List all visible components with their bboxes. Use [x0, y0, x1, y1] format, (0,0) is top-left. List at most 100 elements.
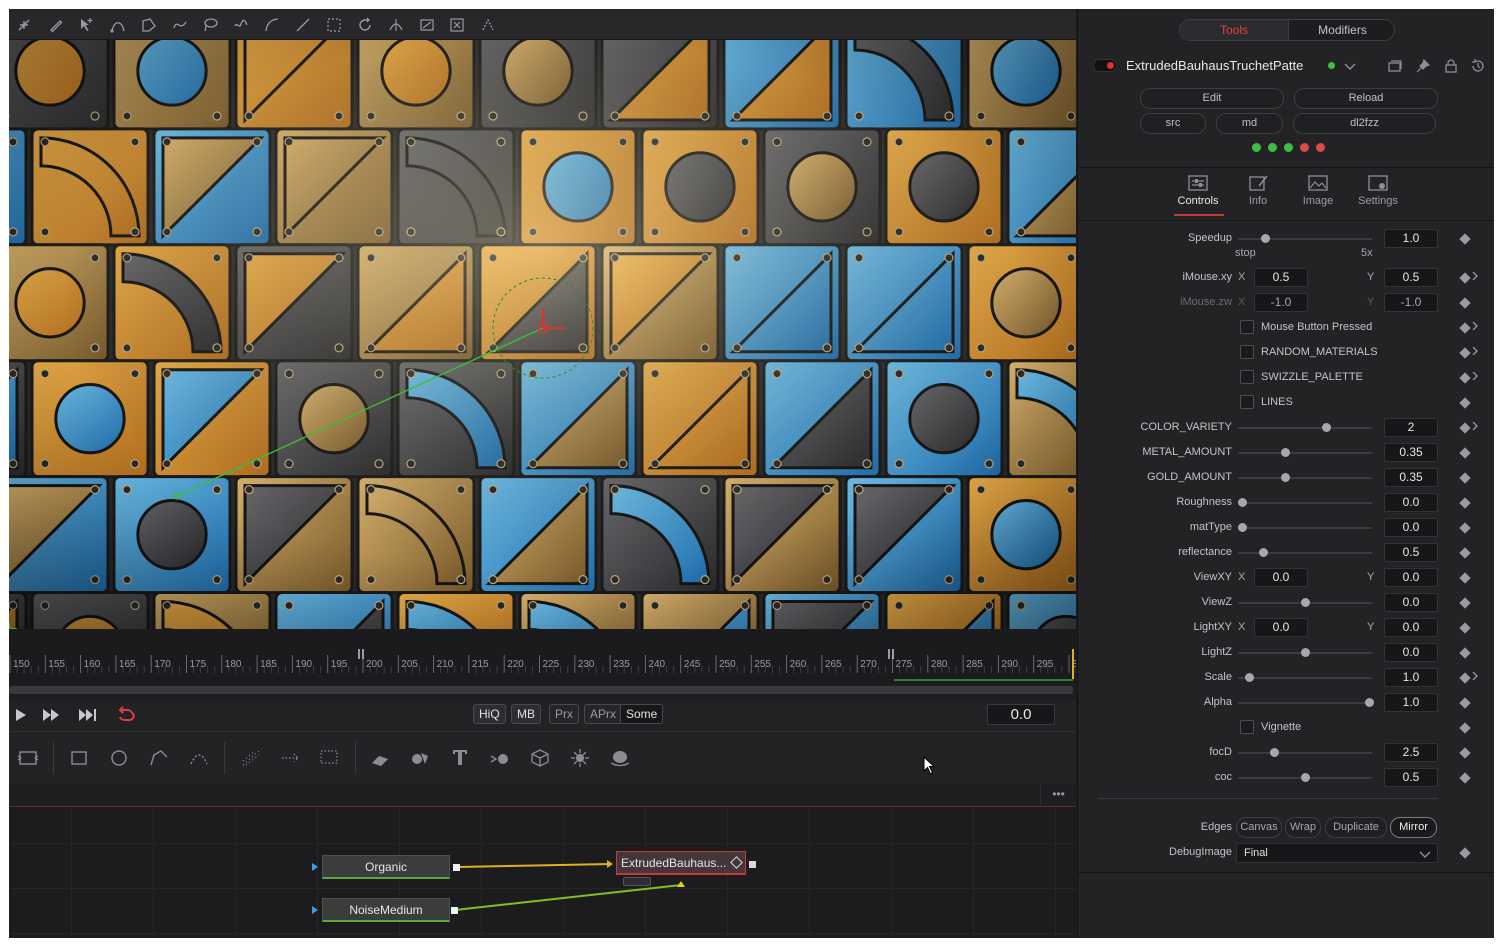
imouse-z-field[interactable]: -1.0: [1254, 293, 1308, 312]
lighty-field[interactable]: 0.0: [1384, 618, 1438, 637]
marquee-icon[interactable]: [325, 16, 343, 34]
lightx-field[interactable]: 0.0: [1254, 618, 1308, 637]
image-plane-3d-icon[interactable]: [369, 747, 391, 769]
viewz-slider[interactable]: [1238, 598, 1372, 607]
add-point-icon[interactable]: [15, 16, 33, 34]
node-thumbnail-toggle[interactable]: [623, 877, 651, 886]
current-frame-field[interactable]: 0.0: [987, 704, 1055, 725]
reset-icon[interactable]: [1470, 58, 1486, 74]
node-organic[interactable]: Organic: [322, 855, 450, 879]
output-port[interactable]: [451, 907, 458, 914]
node-extruded-bauhaus[interactable]: ExtrudedBauhaus...: [616, 851, 746, 875]
pen-icon[interactable]: [47, 16, 65, 34]
src-button[interactable]: src: [1140, 113, 1206, 134]
versions-icon[interactable]: [1387, 58, 1403, 74]
metal-amount-field[interactable]: 0.35: [1384, 443, 1438, 462]
slider-knob[interactable]: [1301, 648, 1310, 657]
scale-field[interactable]: 1.0: [1384, 668, 1438, 687]
keyframe-icon[interactable]: [1459, 522, 1471, 534]
metal-amount-slider[interactable]: [1238, 448, 1372, 457]
roughness-slider[interactable]: [1238, 498, 1372, 507]
reflectance-slider[interactable]: [1238, 548, 1372, 557]
motion-blur-toggle[interactable]: MB: [511, 704, 541, 724]
viewer-canvas[interactable]: [9, 40, 1076, 629]
slider-knob[interactable]: [1280, 448, 1290, 457]
dl2fzz-button[interactable]: dl2fzz: [1293, 113, 1436, 134]
viewx-field[interactable]: 0.0: [1254, 568, 1308, 587]
output-port[interactable]: [453, 864, 460, 871]
keyframe-icon[interactable]: [1459, 572, 1471, 584]
keyframe-icon[interactable]: [1459, 697, 1471, 709]
tab-image[interactable]: Image: [1290, 174, 1346, 207]
chevron-right-icon[interactable]: [1471, 271, 1479, 281]
lightz-field[interactable]: 0.0: [1384, 643, 1438, 662]
speedup-slider[interactable]: [1238, 234, 1372, 243]
mattype-slider[interactable]: [1238, 523, 1372, 532]
keyframe-icon[interactable]: [1459, 447, 1471, 459]
vignette-checkbox[interactable]: [1240, 720, 1254, 734]
edit-button[interactable]: Edit: [1140, 88, 1284, 109]
lightz-slider[interactable]: [1238, 648, 1372, 657]
edges-duplicate-button[interactable]: Duplicate: [1325, 817, 1387, 838]
flow-options-menu[interactable]: •••: [1040, 783, 1076, 807]
keyframe-icon[interactable]: [1459, 772, 1471, 784]
tab-tools[interactable]: Tools: [1180, 20, 1288, 40]
slider-knob[interactable]: [1238, 523, 1248, 532]
node-flow[interactable]: Organic NoiseMedium ExtrudedBauhaus...: [9, 807, 1076, 938]
color-variety-slider[interactable]: [1238, 423, 1372, 432]
background-tool-icon[interactable]: [17, 747, 39, 769]
slider-knob[interactable]: [1301, 773, 1310, 782]
timeline-scrollbar[interactable]: [9, 686, 1073, 694]
keyframe-icon[interactable]: [1459, 422, 1471, 434]
slider-knob[interactable]: [1259, 548, 1269, 557]
slider-knob[interactable]: [1365, 698, 1375, 707]
keyframe-icon[interactable]: [1459, 747, 1471, 759]
fast-forward-icon[interactable]: [41, 705, 61, 725]
play-icon[interactable]: [11, 705, 31, 725]
coc-slider[interactable]: [1238, 773, 1372, 782]
keyframe-icon[interactable]: [1459, 497, 1471, 509]
loop-icon[interactable]: [116, 705, 136, 725]
speedup-field[interactable]: 1.0: [1384, 229, 1438, 248]
mattype-field[interactable]: 0.0: [1384, 518, 1438, 537]
roughness-field[interactable]: 0.0: [1384, 493, 1438, 512]
keyframe-icon[interactable]: [1459, 847, 1471, 859]
keyframe-icon[interactable]: [1459, 722, 1471, 734]
imouse-y-field[interactable]: 0.5: [1384, 268, 1438, 287]
particle-kill-icon[interactable]: [318, 747, 340, 769]
chevron-right-icon[interactable]: [1471, 671, 1479, 681]
chevron-right-icon[interactable]: [1471, 321, 1479, 331]
keyframe-icon[interactable]: [1459, 297, 1471, 309]
chevron-down-icon[interactable]: [1342, 58, 1356, 74]
alpha-field[interactable]: 1.0: [1384, 693, 1438, 712]
output-port[interactable]: [749, 861, 756, 868]
hiq-toggle[interactable]: HiQ: [473, 704, 506, 724]
curve-icon[interactable]: [263, 16, 281, 34]
viewz-field[interactable]: 0.0: [1384, 593, 1438, 612]
polygon-mask-icon[interactable]: [148, 747, 170, 769]
version-color-dot[interactable]: [1328, 62, 1335, 69]
coc-field[interactable]: 0.5: [1384, 768, 1438, 787]
lasso-icon[interactable]: [201, 16, 219, 34]
edges-mirror-button[interactable]: Mirror: [1390, 817, 1437, 838]
shape-3d-icon[interactable]: [529, 747, 551, 769]
tab-controls[interactable]: Controls: [1170, 174, 1226, 207]
keyframe-icon[interactable]: [1459, 397, 1471, 409]
gold-amount-slider[interactable]: [1238, 473, 1372, 482]
tab-info[interactable]: Info: [1230, 174, 1286, 207]
imouse-x-field[interactable]: 0.5: [1254, 268, 1308, 287]
gold-amount-field[interactable]: 0.35: [1384, 468, 1438, 487]
slider-knob[interactable]: [1260, 234, 1270, 243]
transform-icon[interactable]: [479, 16, 497, 34]
particle-render-icon[interactable]: [279, 747, 301, 769]
tab-settings[interactable]: Settings: [1350, 174, 1406, 207]
lock-icon[interactable]: [1443, 58, 1459, 74]
chevron-right-icon[interactable]: [1471, 346, 1479, 356]
close-icon[interactable]: [448, 16, 466, 34]
mouse-button-checkbox[interactable]: [1240, 320, 1254, 334]
lines-checkbox[interactable]: [1240, 395, 1254, 409]
node-enable-toggle[interactable]: [1093, 59, 1117, 72]
keyframe-icon[interactable]: [1459, 233, 1471, 245]
keyframe-icon[interactable]: [1459, 647, 1471, 659]
pin-icon[interactable]: [1415, 58, 1431, 74]
